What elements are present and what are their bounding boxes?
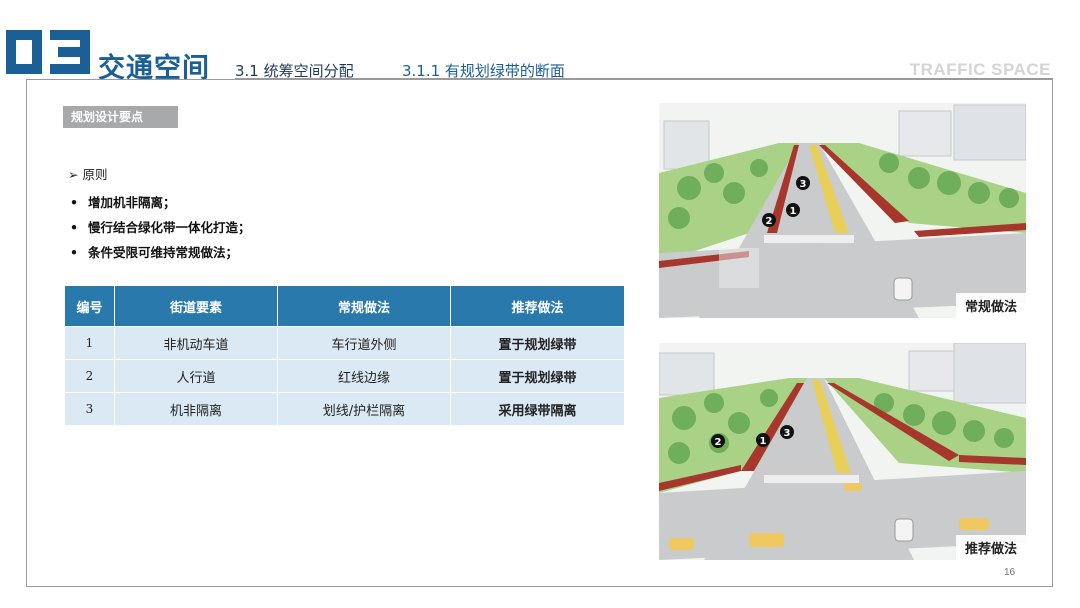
table-row: 1 非机动车道 车行道外侧 置于规划绿带	[64, 326, 625, 360]
english-title: TRAFFIC SPACE	[909, 60, 1051, 79]
list-item: • 条件受限可维持常规做法；	[70, 245, 239, 260]
header-number: 编号	[64, 285, 115, 327]
page-number: 16	[1004, 567, 1016, 578]
principle-heading: ➢ 原则	[68, 164, 107, 183]
table-row: 3 机非隔离 划线/护栏隔离 采用绿带隔离	[64, 392, 625, 426]
conventional-label: 常规做法	[955, 293, 1026, 318]
design-points-tag: 规划设计要点	[63, 106, 178, 128]
header-element: 街道要素	[114, 285, 278, 327]
marker-3: 3	[800, 179, 807, 190]
principle-label: 原则	[82, 167, 108, 182]
header-conventional: 常规做法	[277, 285, 451, 327]
comparison-table: 编号 街道要素 常规做法 推荐做法 1 非机动车道 车行道外侧 置于规划绿带 2…	[64, 285, 625, 426]
section-number-graphic	[6, 30, 90, 74]
bullet-dot-icon: •	[70, 245, 78, 260]
conventional-street-rendering: 3 1 2 常规做法	[659, 103, 1026, 318]
marker-2: 2	[766, 216, 773, 227]
principle-list: • 增加机非隔离； • 慢行结合绿化带一体化打造； • 条件受限可维持常规做法；	[70, 192, 251, 267]
table-row: 2 人行道 红线边缘 置于规划绿带	[64, 359, 625, 393]
marker-1: 1	[760, 436, 767, 447]
marker-3: 3	[784, 428, 791, 439]
list-item: • 慢行结合绿化带一体化打造；	[70, 220, 251, 235]
bullet-dot-icon: •	[70, 195, 78, 210]
list-item: • 增加机非隔离；	[70, 195, 176, 210]
recommended-label: 推荐做法	[955, 535, 1026, 560]
table-header-row: 编号 街道要素 常规做法 推荐做法	[64, 285, 625, 327]
bullet-dot-icon: •	[70, 220, 78, 235]
marker-2: 2	[715, 437, 722, 448]
marker-1: 1	[790, 206, 797, 217]
recommended-street-rendering: 2 1 3 推荐做法	[659, 343, 1026, 560]
header-recommended: 推荐做法	[450, 285, 625, 327]
arrow-bullet-icon: ➢	[68, 167, 79, 182]
